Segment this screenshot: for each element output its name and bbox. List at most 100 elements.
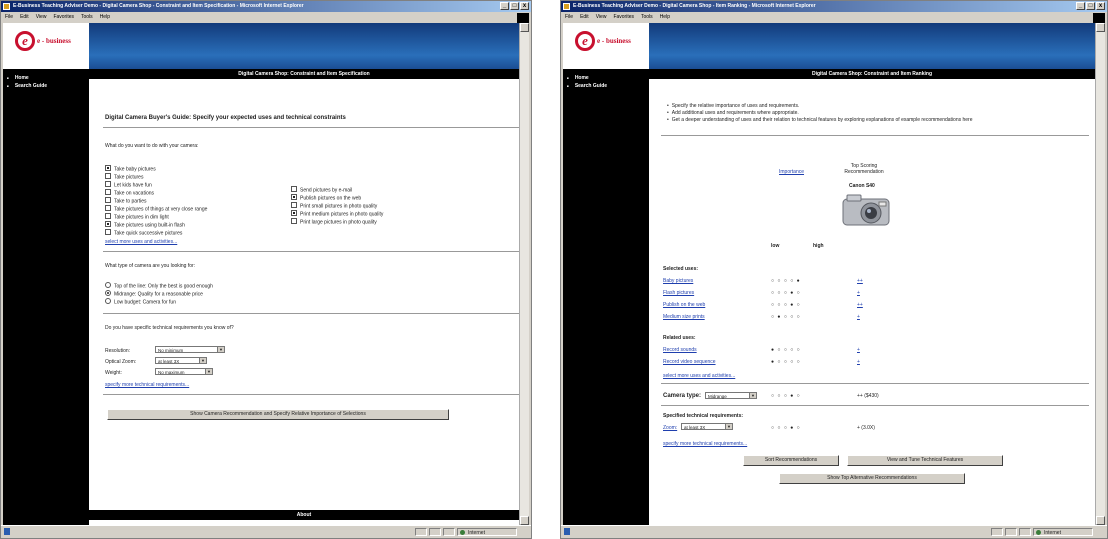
importance-radio-group[interactable]: ● ○ ○ ○ ○ <box>771 347 801 353</box>
show-alternatives-button[interactable]: Show Top Alternative Recommendations <box>779 473 965 484</box>
zoom-select[interactable]: at least 3X ▼ <box>155 357 207 364</box>
use-score[interactable]: ++ <box>857 278 863 284</box>
more-uses-link[interactable]: select more uses and activities... <box>663 373 735 379</box>
ebusiness-logo[interactable]: e e - business <box>563 23 649 69</box>
title-bar: E-Business Teaching Adviser Demo - Digit… <box>1 1 531 12</box>
use-score[interactable]: + <box>857 290 860 296</box>
use-checkbox[interactable]: Publish pictures on the web <box>291 194 361 201</box>
use-link[interactable]: Record sounds <box>663 347 697 353</box>
use-link[interactable]: Publish on the web <box>663 302 705 308</box>
menu-file[interactable]: File <box>5 12 13 22</box>
importance-radio-group[interactable]: ● ○ ○ ○ ○ <box>771 359 801 365</box>
close-button[interactable]: x <box>1096 2 1105 10</box>
menu-tools[interactable]: Tools <box>641 12 653 22</box>
menu-edit[interactable]: Edit <box>20 12 29 22</box>
menu-favorites[interactable]: Favorites <box>613 12 634 22</box>
use-link[interactable]: Record video sequence <box>663 359 716 365</box>
divider <box>103 313 519 314</box>
menu-file[interactable]: File <box>565 12 573 22</box>
page-header: e e - business <box>3 23 519 69</box>
nav-item-home[interactable]: Home <box>7 75 29 81</box>
importance-radio-group[interactable]: ○ ○ ○ ● ○ <box>771 393 801 399</box>
status-bar: Internet <box>561 525 1107 538</box>
use-score[interactable]: ++ <box>857 302 863 308</box>
camera-type-radio[interactable]: Top of the line: Only the best is good e… <box>105 282 213 289</box>
use-checkbox[interactable]: Take pictures in dim light <box>105 213 169 220</box>
menu-view[interactable]: View <box>36 12 47 22</box>
camera-type-radio[interactable]: Low budget: Camera for fun <box>105 298 176 305</box>
related-uses-title: Related uses: <box>663 335 696 341</box>
vertical-scrollbar[interactable] <box>1095 23 1105 525</box>
selected-uses-title: Selected uses: <box>663 266 699 272</box>
use-checkbox[interactable]: Print small pictures in photo quality <box>291 202 377 209</box>
menu-help[interactable]: Help <box>660 12 670 22</box>
importance-radio-group[interactable]: ○ ● ○ ○ ○ <box>771 314 801 320</box>
menu-view[interactable]: View <box>596 12 607 22</box>
camera-type-select[interactable]: Midrange ▼ <box>705 392 757 399</box>
importance-radio-group[interactable]: ○ ○ ○ ● ○ <box>771 290 801 296</box>
camera-type-score: ++ ($430) <box>857 393 879 399</box>
menu-edit[interactable]: Edit <box>580 12 589 22</box>
use-link[interactable]: Medium size prints <box>663 314 705 320</box>
importance-radio-group[interactable]: ○ ○ ○ ● ○ <box>771 302 801 308</box>
zoom-link[interactable]: Zoom: <box>663 425 677 431</box>
nav-item-search-guide[interactable]: Search Guide <box>567 83 607 89</box>
menu-bar: File Edit View Favorites Tools Help <box>561 12 1107 22</box>
use-checkbox[interactable]: Take pictures using built-in flash <box>105 221 185 228</box>
use-checkbox[interactable]: Print medium pictures in photo quality <box>291 210 383 217</box>
vertical-scrollbar[interactable] <box>519 23 529 525</box>
brand-text: e - business <box>597 37 631 45</box>
use-checkbox[interactable]: Take baby pictures <box>105 165 156 172</box>
view-tune-features-button[interactable]: View and Tune Technical Features <box>847 455 1003 466</box>
footer-bar: About <box>89 510 519 520</box>
use-checkbox[interactable]: Print large pictures in photo quality <box>291 218 377 225</box>
chevron-down-icon: ▼ <box>217 347 224 352</box>
maximize-button[interactable]: □ <box>510 2 519 10</box>
about-link[interactable]: About <box>297 512 311 518</box>
use-checkbox[interactable]: Take on vacations <box>105 189 154 196</box>
menu-bar: File Edit View Favorites Tools Help <box>1 12 531 22</box>
maximize-button[interactable]: □ <box>1086 2 1095 10</box>
use-checkbox[interactable]: Take pictures <box>105 173 143 180</box>
camera-name: Canon S40 <box>849 183 875 189</box>
internet-zone: Internet <box>457 528 517 536</box>
weight-select[interactable]: No maximum ▼ <box>155 368 213 375</box>
use-checkbox[interactable]: Let kids have fun <box>105 181 152 188</box>
use-link[interactable]: Baby pictures <box>663 278 693 284</box>
sort-recommendations-button[interactable]: Sort Recommendations <box>743 455 839 466</box>
use-score[interactable]: + <box>857 359 860 365</box>
e-logo-icon: e <box>15 31 35 51</box>
use-checkbox[interactable]: Take pictures of things at very close ra… <box>105 205 207 212</box>
importance-link[interactable]: Importance <box>779 169 804 175</box>
importance-radio-group[interactable]: ○ ○ ○ ○ ● <box>771 278 801 284</box>
ie-app-icon <box>3 3 10 10</box>
show-recommendation-button[interactable]: Show Camera Recommendation and Specify R… <box>107 409 449 420</box>
use-checkbox[interactable]: Take to parties <box>105 197 147 204</box>
page-header: e e - business <box>563 23 1095 69</box>
menu-help[interactable]: Help <box>100 12 110 22</box>
menu-favorites[interactable]: Favorites <box>53 12 74 22</box>
use-link[interactable]: Flash pictures <box>663 290 694 296</box>
more-tech-link[interactable]: specify more technical requirements... <box>663 441 747 447</box>
use-checkbox[interactable]: Send pictures by e-mail <box>291 186 352 193</box>
menu-tools[interactable]: Tools <box>81 12 93 22</box>
camera-type-question: What type of camera are you looking for: <box>105 263 196 269</box>
close-button[interactable]: x <box>520 2 529 10</box>
use-checkbox[interactable]: Take quick successive pictures <box>105 229 182 236</box>
window-title: E-Business Teaching Adviser Demo - Digit… <box>13 3 304 9</box>
importance-radio-group[interactable]: ○ ○ ○ ● ○ <box>771 425 801 431</box>
divider <box>661 135 1089 136</box>
zoom-select[interactable]: at least 3X ▼ <box>681 423 733 430</box>
resolution-select[interactable]: No minimum ▼ <box>155 346 225 353</box>
ebusiness-logo[interactable]: e e - business <box>3 23 89 69</box>
minimize-button[interactable]: _ <box>500 2 509 10</box>
nav-item-search-guide[interactable]: Search Guide <box>7 83 47 89</box>
more-tech-link[interactable]: specify more technical requirements... <box>105 382 189 388</box>
minimize-button[interactable]: _ <box>1076 2 1085 10</box>
page-banner: Digital Camera Shop: Constraint and Item… <box>89 69 519 79</box>
more-uses-link[interactable]: select more uses and activities... <box>105 239 177 245</box>
camera-type-radio[interactable]: Midrange: Quality for a reasonable price <box>105 290 203 297</box>
use-score[interactable]: + <box>857 314 860 320</box>
nav-item-home[interactable]: Home <box>567 75 589 81</box>
use-score[interactable]: + <box>857 347 860 353</box>
